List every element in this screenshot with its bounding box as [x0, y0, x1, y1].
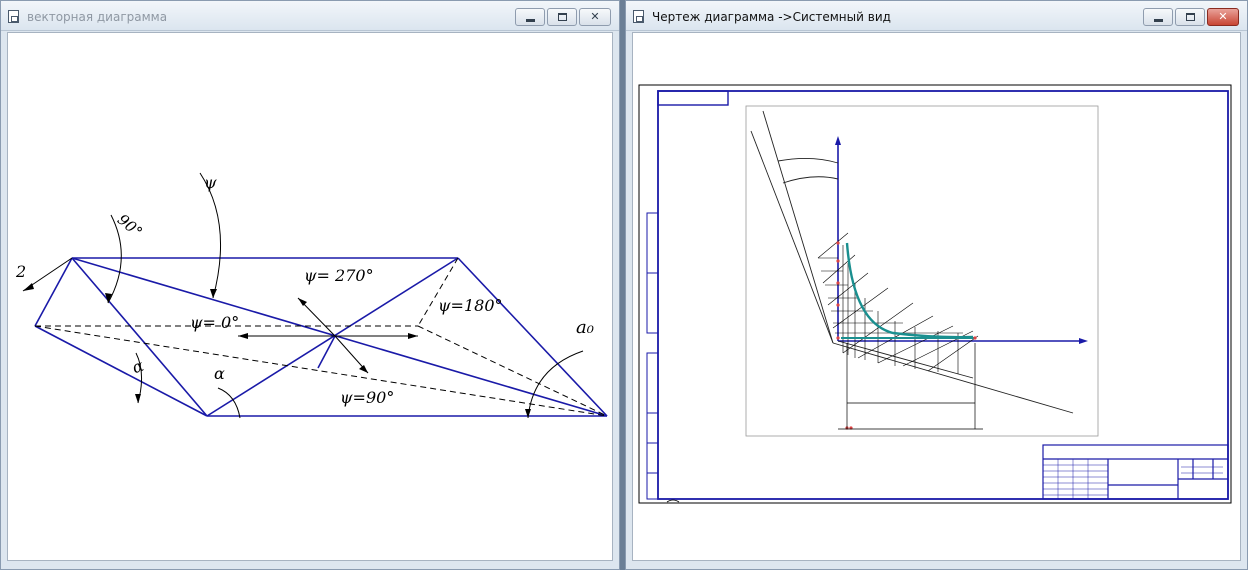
title-bar[interactable]: Чертеж диаграмма ->Системный вид ✕ [626, 1, 1247, 31]
maximize-icon [1186, 13, 1195, 21]
psi-label: ψ [204, 173, 217, 192]
minimize-icon [526, 19, 535, 22]
drawing-system-view-window: Чертеж диаграмма ->Системный вид ✕ [625, 0, 1248, 570]
minimize-button[interactable] [515, 8, 545, 26]
window-title: Чертеж диаграмма ->Системный вид [652, 10, 891, 24]
view-frame [745, 105, 1099, 437]
vector-diagram-drawing: ψ 90° 2 ψ= 270° ψ=180° ψ= 0° α α ψ=90° a… [15, 172, 608, 419]
drawing-sheet-canvas[interactable] [632, 32, 1241, 561]
window-controls: ✕ [515, 8, 611, 26]
document-icon [633, 10, 644, 23]
close-icon: ✕ [1218, 10, 1228, 23]
vector-diagram-window: векторная диаграмма ✕ ψ 90° 2 ψ= 270° ψ=… [0, 0, 620, 570]
minimize-button[interactable] [1143, 8, 1173, 26]
psi-180-label: ψ=180° [438, 296, 503, 315]
close-icon: ✕ [590, 10, 600, 23]
alpha-label-1: α [130, 356, 147, 378]
window-controls: ✕ [1143, 8, 1239, 26]
title-bar[interactable]: векторная диаграмма ✕ [1, 1, 619, 31]
maximize-button[interactable] [1175, 8, 1205, 26]
a0-label: a₀ [576, 317, 594, 338]
minimize-icon [1154, 19, 1163, 22]
window-title: векторная диаграмма [27, 10, 168, 24]
psi-0-label: ψ= 0° [190, 313, 239, 332]
maximize-button[interactable] [547, 8, 577, 26]
vector-diagram-canvas[interactable]: ψ 90° 2 ψ= 270° ψ=180° ψ= 0° α α ψ=90° a… [7, 32, 613, 561]
psi-270-label: ψ= 270° [304, 266, 374, 285]
psi-90-label: ψ=90° [340, 388, 394, 407]
close-button[interactable]: ✕ [1207, 8, 1239, 26]
drawing-sheet [638, 84, 1232, 504]
alpha-label-2: α [214, 364, 225, 383]
document-icon [8, 10, 19, 23]
maximize-icon [558, 13, 567, 21]
close-button[interactable]: ✕ [579, 8, 611, 26]
vector-2-label: 2 [15, 262, 26, 281]
